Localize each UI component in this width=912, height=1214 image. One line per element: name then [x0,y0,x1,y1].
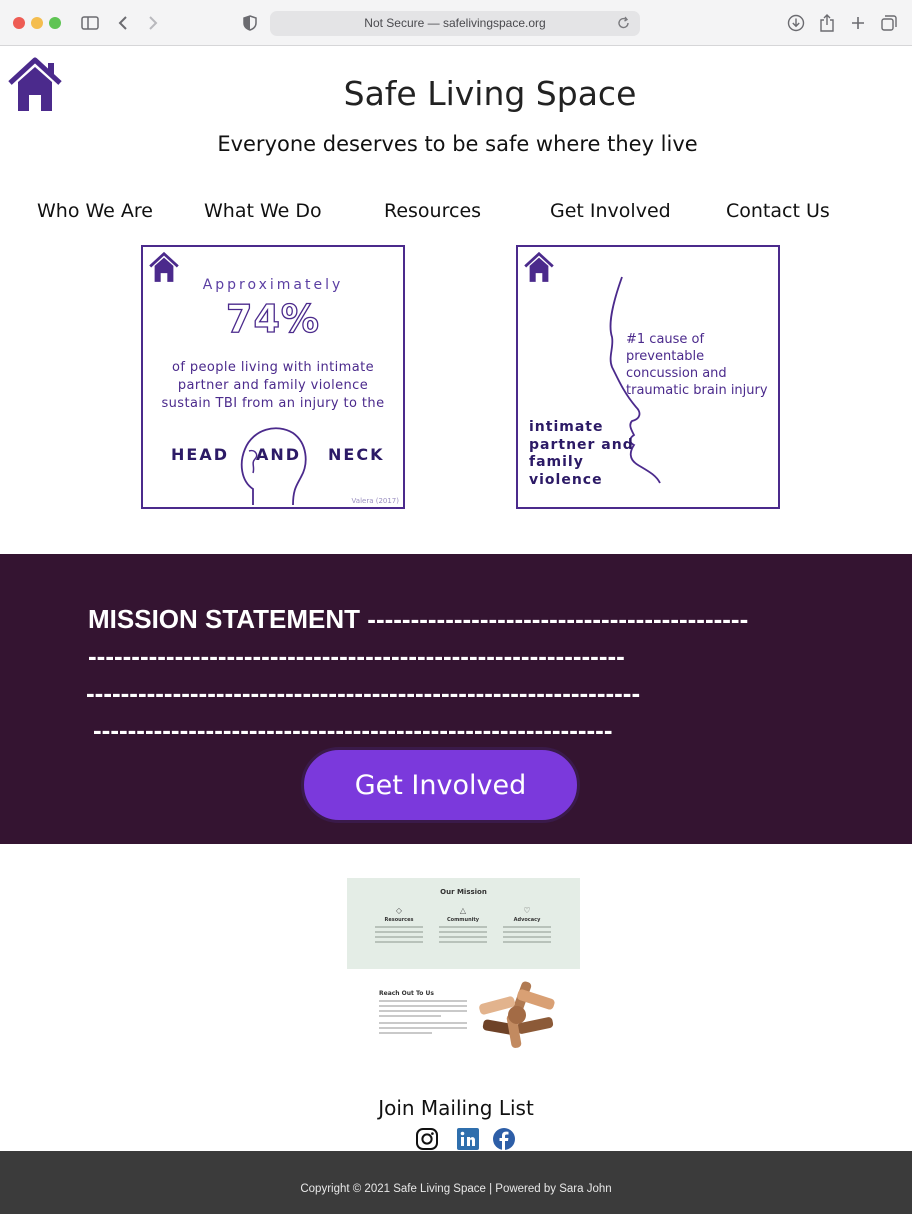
ipv-line: partner and [529,436,634,453]
new-tab-icon[interactable] [848,13,868,33]
citation: Valera (2017) [351,497,399,505]
reload-icon[interactable] [616,15,632,31]
share-icon[interactable] [817,13,837,33]
fact-text: #1 cause of preventable concussion and t… [626,331,778,399]
nav-resources[interactable]: Resources [384,200,481,222]
approximately-label: Approximately [202,277,344,293]
site-title: Safe Living Space [343,74,637,113]
heart-icon: ♡ [523,906,531,915]
fact-line: concussion and [626,366,727,381]
head-label: HEAD [171,445,229,464]
ipv-line: family [529,454,584,470]
footer: Copyright © 2021 Safe Living Space | Pow… [0,1151,912,1214]
fact-line: traumatic brain injury [626,383,768,398]
address-text: Not Secure — safelivingspace.org [364,16,546,30]
mission-band: MISSION STATEMENT ----------------------… [0,554,912,844]
reach-out-preview: Reach Out To Us [375,980,555,1050]
ipv-line: intimate [529,419,604,435]
statistic-line: of people living with intimate [171,360,374,375]
linkedin-icon[interactable] [456,1127,480,1151]
head-silhouette-icon [240,427,307,506]
infographic-tbi-statistic: Approximately 74% of people living with … [141,245,405,509]
sidebar-icon[interactable] [80,13,100,33]
nav-contact-us[interactable]: Contact Us [726,200,830,222]
home-logo-icon[interactable] [6,55,64,113]
preview-column-title: Resources [384,917,414,923]
join-mailing-list-link[interactable]: Join Mailing List [300,1096,612,1120]
privacy-shield-icon[interactable] [240,13,260,33]
nav-who-we-are[interactable]: Who We Are [37,200,153,222]
copyright-text: Copyright © 2021 Safe Living Space | Pow… [300,1183,612,1195]
and-label: AND [256,445,302,464]
joined-hands-image [479,981,555,1048]
triangle-icon: △ [459,906,467,915]
percent-value: 74% [225,296,320,341]
preview-column-title: Community [446,917,479,923]
preview-column-title: Advocacy [513,917,541,923]
preview-column: ◇ Resources [369,906,429,943]
preview-heading: Our Mission [440,888,487,896]
mission-dashes: ----------------------------------------… [367,604,749,634]
instagram-icon[interactable] [415,1127,439,1151]
preview-column: △ Community [433,906,493,943]
forward-icon[interactable] [143,13,163,33]
statistic-line: partner and family violence [177,378,369,393]
mission-line: MISSION STATEMENT ----------------------… [88,601,868,638]
statistic-text: of people living with intimate partner a… [143,359,403,413]
back-icon[interactable] [113,13,133,33]
reach-out-title: Reach Out To Us [379,990,434,997]
preview-column: ♡ Advocacy [497,906,557,943]
fact-line: #1 cause of preventable [626,332,705,364]
statistic-line: sustain TBI from an injury to the [161,396,385,411]
zoom-window-button[interactable] [49,17,61,29]
facebook-icon[interactable] [492,1127,516,1151]
ipv-line: violence [529,471,603,488]
our-mission-preview: Our Mission ◇ Resources △ Community ♡ Ad… [347,878,580,969]
nav-what-we-do[interactable]: What We Do [204,200,322,222]
browser-toolbar: Not Secure — safelivingspace.org [0,0,912,46]
neck-label: NECK [328,445,385,464]
get-involved-button[interactable]: Get Involved [301,747,580,823]
ipv-label: intimate partner and family violence [529,419,649,489]
nav-get-involved[interactable]: Get Involved [550,200,671,222]
download-icon[interactable] [786,13,806,33]
preview-text-lines [379,1000,467,1037]
mission-line: ----------------------------------------… [86,678,641,708]
mission-title: MISSION STATEMENT [88,604,361,634]
mission-statement: MISSION STATEMENT ----------------------… [86,601,868,749]
house-icon [524,251,554,282]
minimize-window-button[interactable] [31,17,43,29]
close-window-button[interactable] [13,17,25,29]
infographic-preventable-concussion: #1 cause of preventable concussion and t… [516,245,780,509]
mission-line: ----------------------------------------… [88,641,625,671]
diamond-icon: ◇ [395,906,403,915]
tagline: Everyone deserves to be safe where they … [217,132,698,156]
tab-overview-icon[interactable] [879,13,899,33]
address-bar[interactable]: Not Secure — safelivingspace.org [270,11,640,36]
mission-line: ----------------------------------------… [93,715,613,745]
